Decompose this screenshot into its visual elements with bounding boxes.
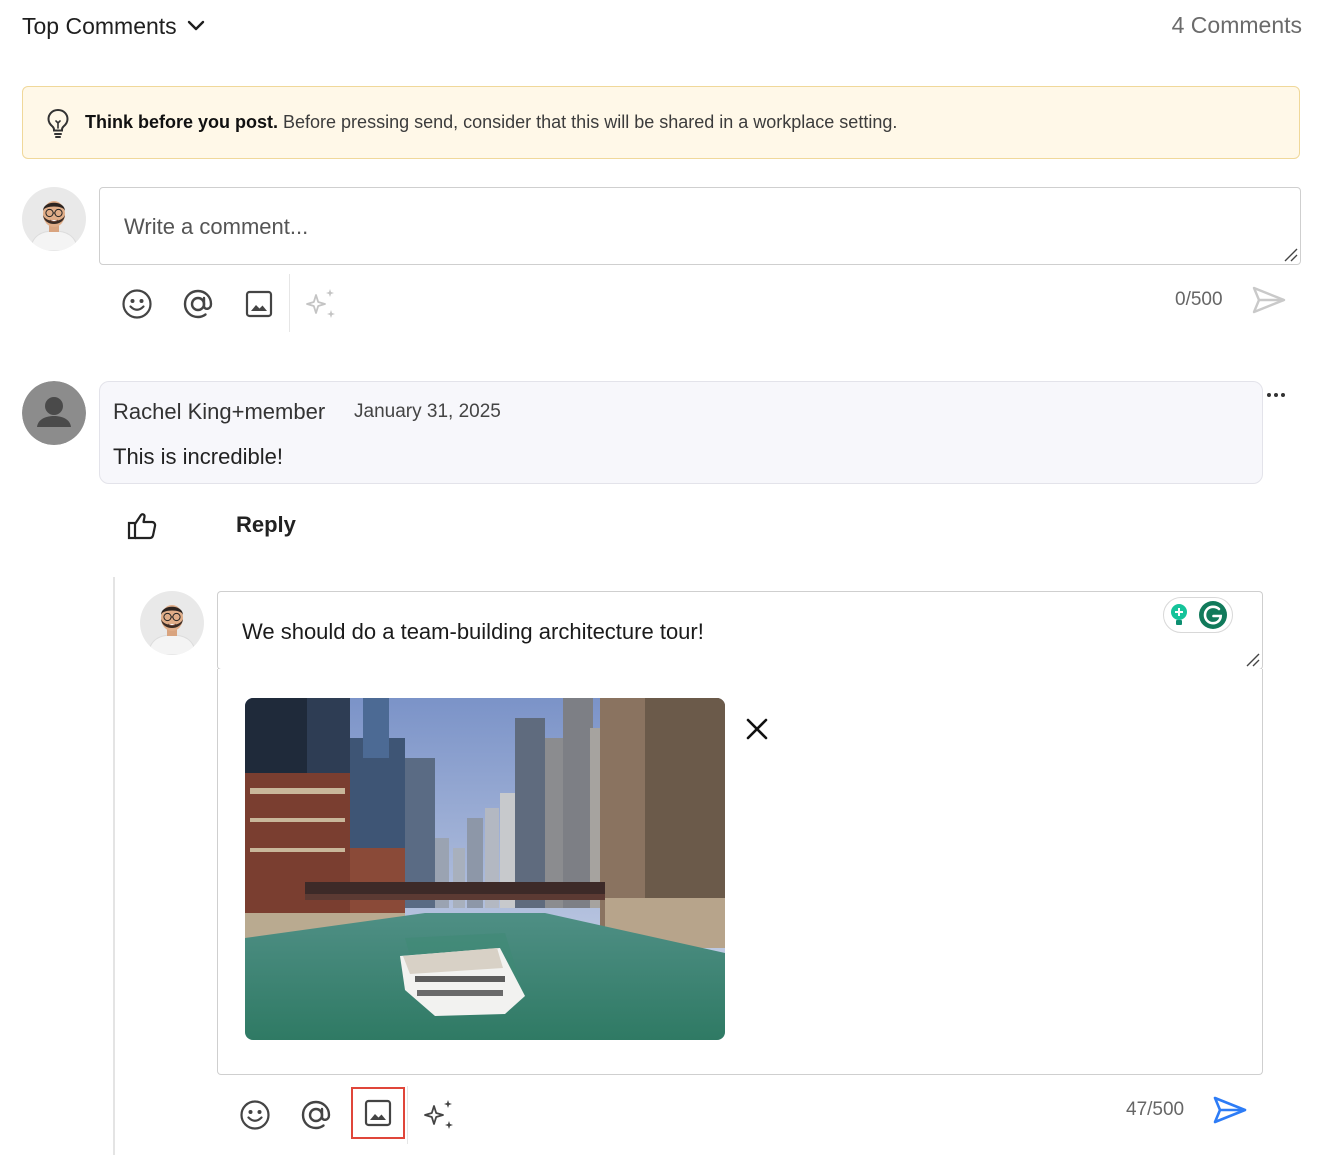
reply-send-button[interactable]	[1210, 1092, 1250, 1128]
current-user-avatar	[22, 187, 86, 251]
at-sign-icon	[301, 1100, 331, 1130]
send-button[interactable]	[1249, 282, 1289, 318]
send-icon	[1213, 1096, 1247, 1124]
reply-input[interactable]: We should do a team-building architectur…	[217, 591, 1263, 670]
reply-button[interactable]: Reply	[236, 512, 296, 538]
image-icon	[364, 1099, 392, 1127]
grammarly-widget[interactable]	[1163, 597, 1233, 633]
smiley-icon	[240, 1100, 270, 1130]
character-counter: 0/500	[1175, 289, 1223, 310]
more-options-button[interactable]	[1266, 378, 1286, 404]
banner-title: Think before you post.	[85, 112, 279, 132]
smiley-icon	[122, 289, 152, 319]
reply-image-upload-button[interactable]	[351, 1087, 405, 1139]
reply-input-text: We should do a team-building architectur…	[242, 619, 704, 644]
banner-text: Think before you post. Before pressing s…	[85, 112, 897, 133]
grammarly-logo-icon	[1199, 601, 1227, 629]
comment-input[interactable]: Write a comment...	[99, 187, 1301, 265]
banner-body: Before pressing send, consider that this…	[278, 112, 898, 132]
comment-author[interactable]: Rachel King+member	[113, 399, 325, 425]
reply-user-avatar	[140, 591, 204, 655]
thumbs-up-icon	[127, 513, 157, 540]
lightbulb-icon	[47, 108, 69, 138]
reply-emoji-button[interactable]	[235, 1095, 275, 1135]
attached-photo	[245, 698, 725, 1040]
photo-of-city-river-boat	[245, 698, 725, 1040]
comment-text: This is incredible!	[113, 444, 283, 469]
sparkles-icon	[424, 1100, 453, 1129]
lightbulb-plus-icon	[1171, 604, 1187, 625]
at-sign-icon	[183, 289, 213, 319]
close-icon	[746, 718, 768, 740]
comment-date: January 31, 2025	[354, 401, 501, 422]
posting-guideline-banner: Think before you post. Before pressing s…	[22, 86, 1300, 159]
send-icon	[1252, 286, 1286, 314]
comment-input-placeholder: Write a comment...	[124, 214, 309, 239]
comment-bubble: Rachel King+member January 31, 2025 This…	[99, 381, 1263, 484]
commenter-avatar	[22, 381, 86, 445]
ai-assist-button[interactable]	[301, 284, 341, 324]
comments-count: 4 Comments	[1171, 12, 1302, 38]
reply-mention-button[interactable]	[296, 1095, 336, 1135]
mention-button[interactable]	[178, 284, 218, 324]
reply-ai-assist-button[interactable]	[419, 1095, 459, 1135]
ellipsis-icon	[1267, 393, 1285, 397]
like-button[interactable]	[122, 506, 162, 546]
sort-label: Top Comments	[22, 12, 177, 39]
thread-line	[113, 577, 115, 1155]
toolbar-divider	[407, 1086, 408, 1144]
sort-dropdown[interactable]: Top Comments	[22, 10, 205, 42]
chevron-down-icon	[187, 20, 204, 31]
emoji-button[interactable]	[117, 284, 157, 324]
resize-handle-icon[interactable]	[1282, 246, 1298, 262]
reply-character-counter: 47/500	[1126, 1099, 1185, 1120]
toolbar-divider	[289, 274, 290, 332]
sparkles-icon	[306, 289, 335, 318]
resize-handle-icon[interactable]	[1244, 651, 1260, 667]
remove-attachment-button[interactable]	[742, 714, 772, 744]
image-upload-button[interactable]	[239, 284, 279, 324]
image-icon	[245, 290, 273, 318]
